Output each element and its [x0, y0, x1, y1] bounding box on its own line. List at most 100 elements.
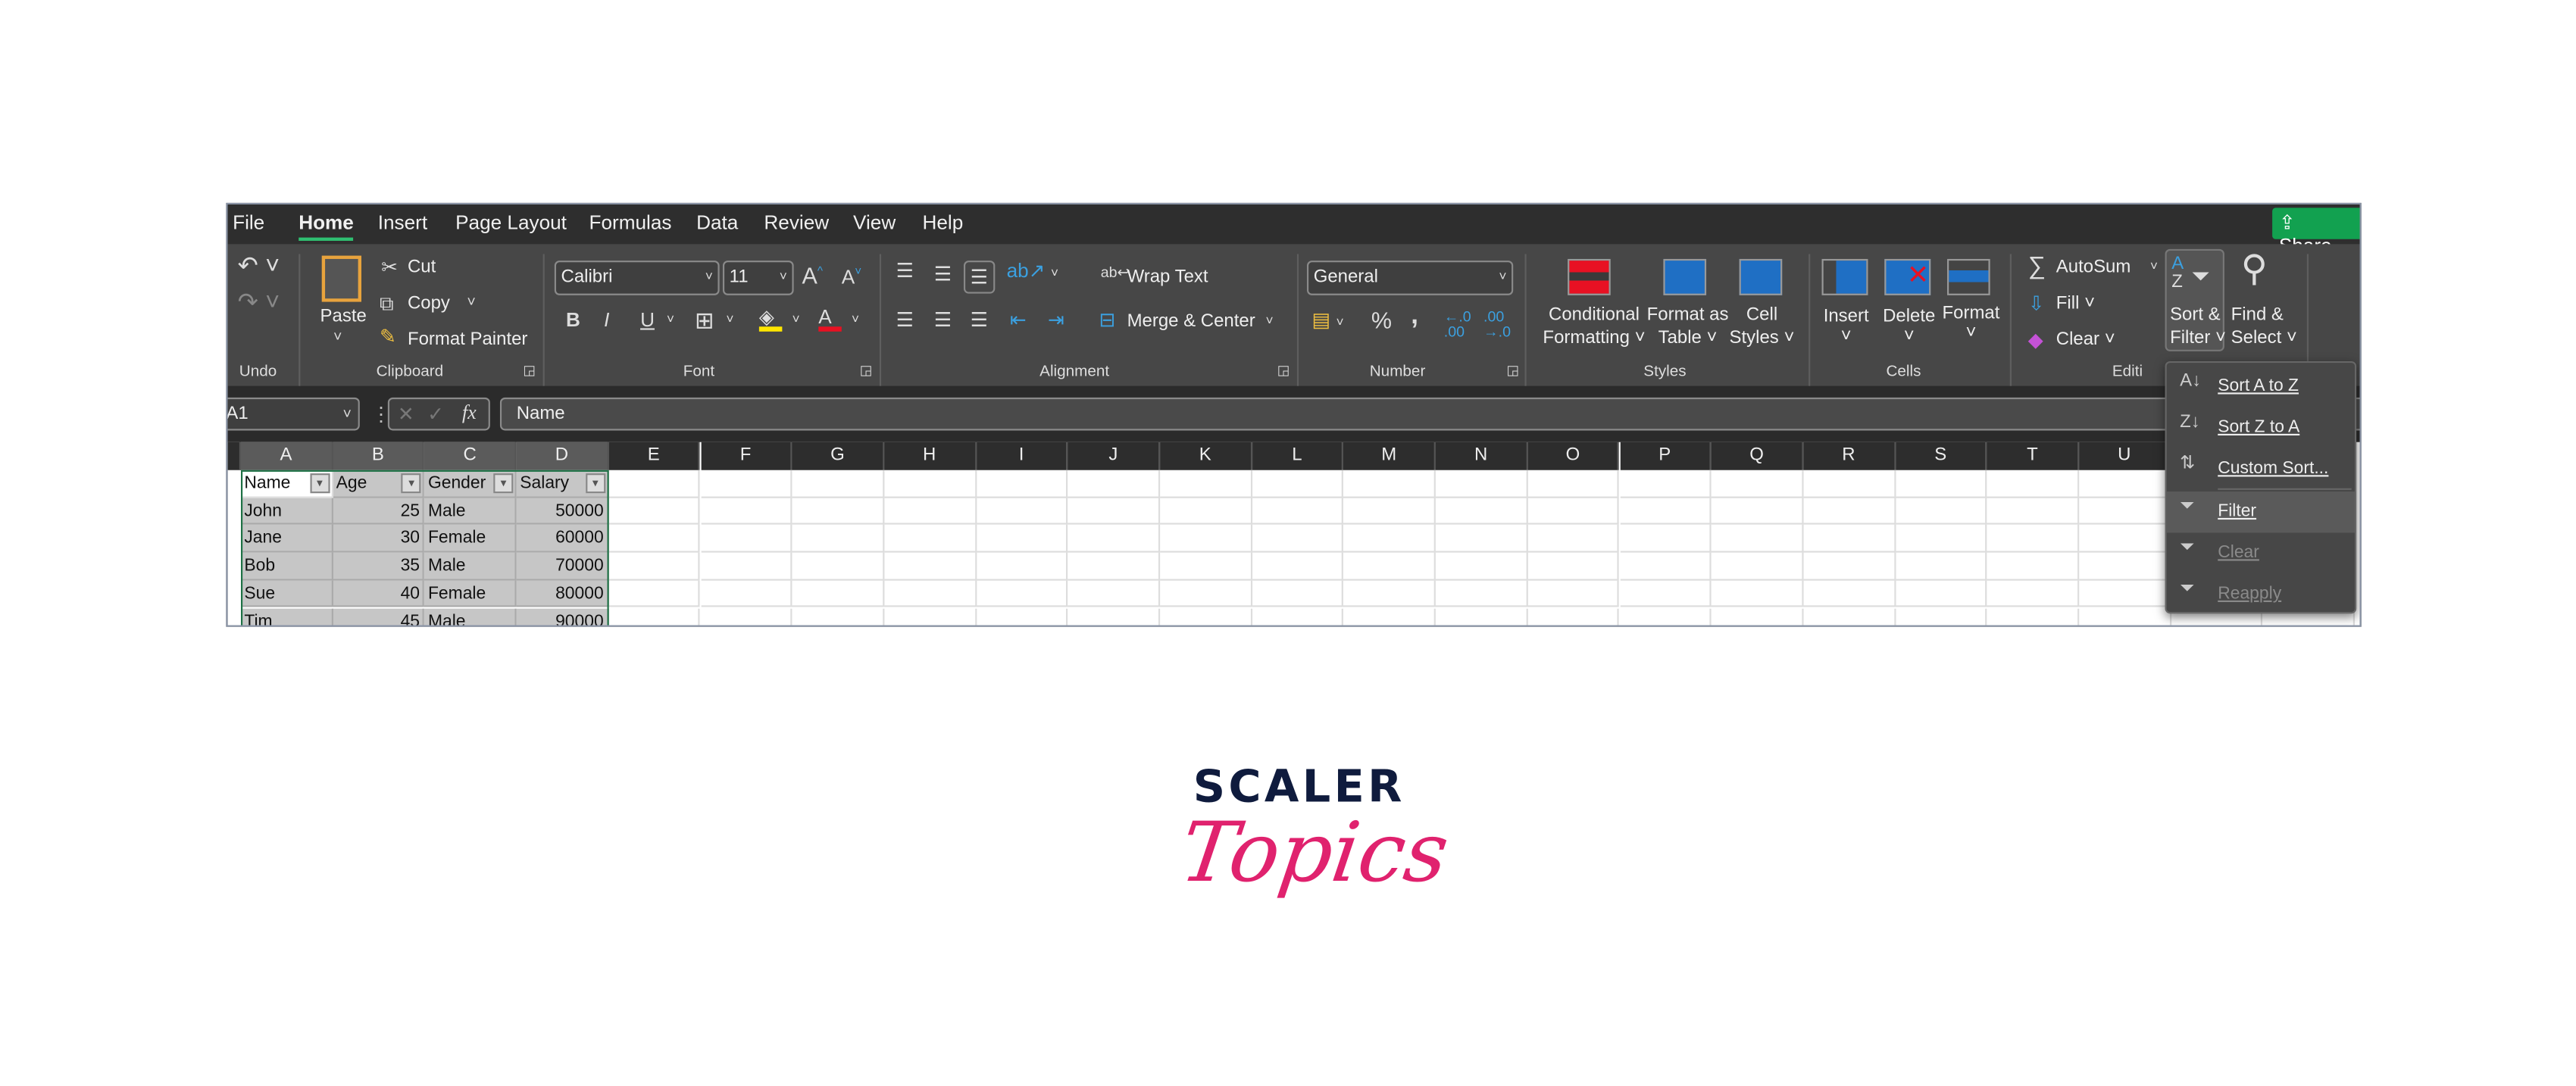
share-button[interactable]: ⇪ Share — [2272, 208, 2360, 257]
empty-cell[interactable] — [1160, 498, 1252, 526]
table-cell[interactable]: 90000 — [516, 607, 609, 626]
empty-cell[interactable] — [1068, 525, 1161, 553]
empty-cell[interactable] — [608, 607, 701, 626]
decrease-decimal-icon[interactable]: .00 →.0 — [1483, 309, 1511, 339]
table-cell[interactable]: 70000 — [516, 552, 609, 581]
empty-cell[interactable] — [1344, 607, 1436, 626]
font-size-select[interactable]: 11 ˅ — [722, 261, 794, 295]
column-header[interactable]: C — [424, 442, 517, 470]
tab-insert[interactable]: Insert — [378, 211, 427, 234]
table-cell[interactable]: Female — [424, 525, 517, 553]
empty-cell[interactable] — [608, 580, 701, 608]
empty-cell[interactable] — [1252, 552, 1344, 581]
align-bottom-icon[interactable]: ☰ — [963, 261, 995, 294]
align-middle-icon[interactable]: ☰ — [934, 264, 952, 283]
menu-item-sort-a-to-z[interactable]: A↓ Sort A to Z — [2167, 367, 2355, 407]
empty-cell[interactable] — [1620, 607, 1712, 626]
borders-icon[interactable]: ⊞ — [695, 308, 714, 331]
column-header[interactable]: H — [884, 442, 977, 470]
empty-cell[interactable] — [1711, 498, 1804, 526]
accounting-format-icon[interactable]: ▤ ˅ — [1312, 310, 1344, 329]
tab-page-layout[interactable]: Page Layout — [455, 211, 567, 234]
empty-cell[interactable] — [1987, 552, 2080, 581]
empty-cell[interactable] — [1527, 607, 1620, 626]
menu-item-clear[interactable]: ⏷ Clear — [2167, 532, 2355, 573]
empty-cell[interactable] — [792, 607, 885, 626]
number-format-select[interactable]: General ˅ — [1306, 261, 1514, 295]
table-header-cell[interactable]: Salary ▾ — [516, 470, 609, 498]
empty-cell[interactable] — [1711, 525, 1804, 553]
empty-cell[interactable] — [884, 525, 977, 553]
empty-cell[interactable] — [1803, 607, 1896, 626]
empty-cell[interactable] — [1711, 470, 1804, 498]
table-cell[interactable]: 35 — [333, 552, 425, 581]
table-cell[interactable]: Male — [424, 498, 517, 526]
empty-cell[interactable] — [1619, 525, 1712, 553]
tab-data[interactable]: Data — [696, 211, 738, 234]
find-select-button[interactable]: Find & Select ˅ — [2231, 304, 2297, 350]
column-header[interactable]: J — [1068, 442, 1161, 470]
table-cell[interactable]: Male — [424, 552, 517, 581]
empty-cell[interactable] — [608, 498, 701, 526]
underline-button[interactable]: U — [640, 310, 655, 329]
copy-button[interactable]: Copy — [408, 294, 450, 314]
name-box[interactable]: A1 ˅ — [227, 397, 360, 431]
empty-cell[interactable] — [1987, 498, 2080, 526]
empty-cell[interactable] — [1436, 470, 1528, 498]
format-button[interactable]: Format ˅ — [1943, 304, 2000, 343]
dialog-launcher-icon[interactable]: ◲ — [523, 364, 535, 377]
empty-cell[interactable] — [1252, 580, 1344, 608]
filter-dropdown-icon[interactable]: ▾ — [585, 473, 605, 494]
tab-file[interactable]: File — [233, 211, 264, 234]
empty-cell[interactable] — [1160, 607, 1252, 626]
table-cell[interactable]: Jane — [240, 525, 333, 553]
select-all-corner[interactable] — [227, 442, 241, 470]
align-right-icon[interactable]: ☰ — [971, 310, 988, 329]
borders-chevron-icon[interactable]: ˅ — [726, 313, 733, 326]
column-header[interactable]: E — [608, 442, 701, 470]
table-cell[interactable]: 80000 — [516, 580, 609, 608]
font-name-select[interactable]: Calibri ˅ — [554, 261, 720, 295]
font-color-icon[interactable]: A — [818, 307, 842, 332]
decrease-font-icon[interactable]: A˅ — [842, 267, 861, 287]
table-cell[interactable]: John — [240, 498, 333, 526]
empty-cell[interactable] — [1343, 525, 1436, 553]
delete-button[interactable]: Delete ˅ — [1883, 307, 1935, 346]
empty-cell[interactable] — [1252, 607, 1344, 626]
empty-cell[interactable] — [1436, 498, 1528, 526]
table-header-cell[interactable]: Age ▾ — [333, 470, 425, 498]
dialog-launcher-icon[interactable]: ◲ — [860, 364, 872, 377]
empty-cell[interactable] — [1803, 498, 1896, 526]
empty-cell[interactable] — [1252, 498, 1344, 526]
empty-cell[interactable] — [1436, 607, 1528, 626]
empty-cell[interactable] — [700, 552, 792, 581]
font-color-chevron-icon[interactable]: ˅ — [852, 313, 859, 326]
column-header[interactable]: K — [1160, 442, 1252, 470]
column-header[interactable]: I — [976, 442, 1068, 470]
align-left-icon[interactable]: ☰ — [896, 310, 914, 329]
column-header[interactable]: D — [516, 442, 609, 470]
table-cell[interactable]: Tim — [240, 607, 333, 626]
tab-formulas[interactable]: Formulas — [589, 211, 672, 234]
empty-cell[interactable] — [700, 580, 792, 608]
italic-button[interactable]: I — [604, 310, 609, 329]
dialog-launcher-icon[interactable]: ◲ — [1277, 364, 1290, 377]
empty-cell[interactable] — [1895, 580, 1987, 608]
empty-cell[interactable] — [1712, 607, 1804, 626]
align-center-icon[interactable]: ☰ — [934, 310, 952, 329]
empty-cell[interactable] — [976, 607, 1068, 626]
insert-function-button[interactable]: fx — [462, 402, 477, 422]
empty-cell[interactable] — [1803, 470, 1896, 498]
increase-decimal-icon[interactable]: ←.0.00 — [1444, 309, 1471, 339]
table-cell[interactable]: Male — [424, 607, 517, 626]
empty-cell[interactable] — [700, 498, 792, 526]
empty-cell[interactable] — [1895, 525, 1987, 553]
filter-dropdown-icon[interactable]: ▾ — [402, 473, 422, 494]
table-header-cell[interactable]: Gender ▾ — [424, 470, 517, 498]
menu-item-custom-sort[interactable]: ⇅ Custom Sort... — [2167, 448, 2355, 489]
empty-cell[interactable] — [1527, 498, 1620, 526]
paste-icon[interactable] — [321, 255, 361, 302]
empty-cell[interactable] — [1527, 470, 1620, 498]
empty-cell[interactable] — [884, 498, 977, 526]
redo-icon[interactable]: ↷ ˅ — [238, 290, 280, 315]
